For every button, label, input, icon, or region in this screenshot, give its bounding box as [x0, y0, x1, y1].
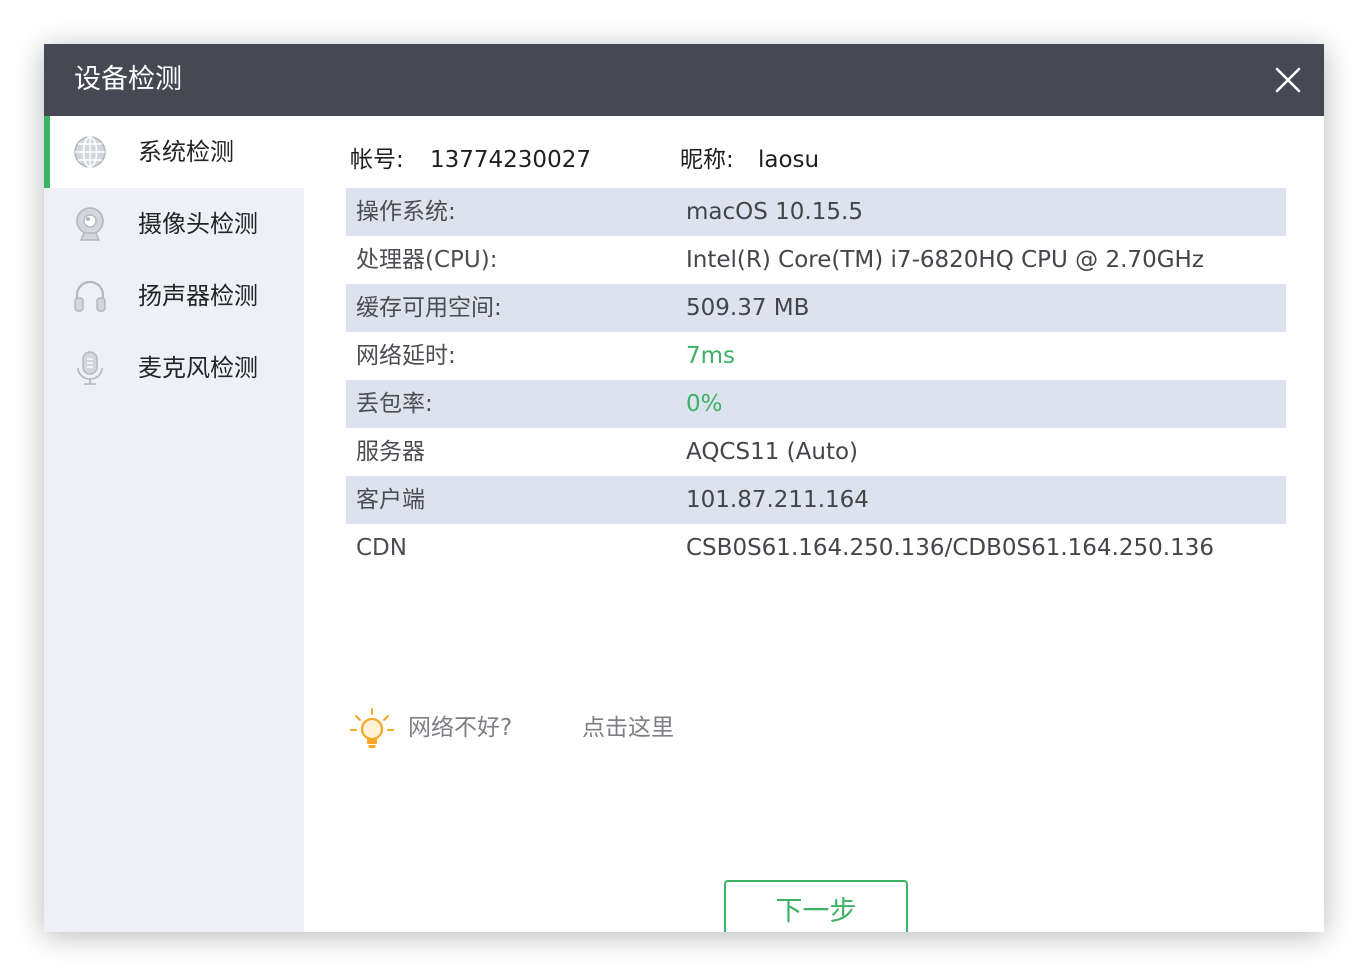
info-key: 客户端	[356, 487, 425, 513]
table-row: 处理器(CPU): Intel(R) Core(TM) i7-6820HQ CP…	[346, 236, 1286, 284]
account-id-value: 13774230027	[430, 147, 591, 173]
title-bar: 设备检测	[44, 44, 1324, 116]
info-value: CSB0S61.164.250.136/CDB0S61.164.250.136	[686, 535, 1215, 561]
info-key: 处理器(CPU):	[356, 247, 498, 273]
tip-link[interactable]: 点击这里	[582, 712, 674, 744]
table-row: 丢包率: 0%	[346, 380, 1286, 428]
latency-value: 7ms	[686, 343, 736, 369]
table-row: 服务器 AQCS11 (Auto)	[346, 428, 1286, 476]
close-button[interactable]	[1270, 62, 1306, 98]
info-value: macOS 10.15.5	[686, 199, 863, 225]
camera-icon	[76, 207, 104, 241]
dialog-title: 设备检测	[74, 64, 182, 95]
close-icon	[1275, 67, 1301, 93]
account-id-label: 帐号:	[350, 147, 404, 173]
nickname-label: 昵称:	[680, 147, 734, 173]
headphones-icon	[74, 280, 106, 312]
sidebar-item-microphone-check[interactable]: 麦克风检测	[44, 332, 304, 404]
table-row: 客户端 101.87.211.164	[346, 476, 1286, 524]
info-key: 网络延时:	[356, 343, 456, 369]
network-tip: 网络不好? 点击这里	[350, 704, 750, 752]
table-row: 缓存可用空间: 509.37 MB	[346, 284, 1286, 332]
system-info-table: 操作系统: macOS 10.15.5 处理器(CPU): Intel(R) C…	[346, 188, 1286, 572]
globe-icon	[74, 136, 106, 168]
info-value: AQCS11 (Auto)	[686, 439, 859, 465]
main-panel: 帐号: 13774230027 昵称: laosu 操作系统: macOS 10…	[304, 116, 1324, 932]
info-key: 丢包率:	[356, 391, 433, 417]
info-key: 缓存可用空间:	[356, 295, 502, 321]
info-key: 操作系统:	[356, 199, 456, 225]
table-row: 网络延时: 7ms	[346, 332, 1286, 380]
device-check-dialog: 设备检测 系统检测 摄像头检测 扬声器检测 麦克风检测 帐号: 13774230…	[44, 44, 1324, 932]
info-key: 服务器	[356, 439, 425, 465]
packet-loss-value: 0%	[686, 391, 723, 417]
tip-text: 网络不好?	[408, 715, 513, 741]
sidebar-item-camera-check[interactable]: 摄像头检测	[44, 188, 304, 260]
lightbulb-icon	[350, 708, 394, 748]
sidebar-item-speaker-check[interactable]: 扬声器检测	[44, 260, 304, 332]
account-row: 帐号: 13774230027 昵称: laosu	[350, 144, 1250, 176]
table-row: 操作系统: macOS 10.15.5	[346, 188, 1286, 236]
sidebar-item-label: 扬声器检测	[138, 282, 258, 310]
microphone-icon	[77, 351, 103, 385]
nickname-value: laosu	[758, 147, 820, 173]
info-value: 101.87.211.164	[686, 487, 869, 513]
next-step-button[interactable]: 下一步	[724, 880, 908, 932]
sidebar-item-label: 麦克风检测	[138, 354, 258, 382]
sidebar: 系统检测 摄像头检测 扬声器检测 麦克风检测	[44, 116, 304, 932]
sidebar-item-system-check[interactable]: 系统检测	[44, 116, 304, 188]
info-value: 509.37 MB	[686, 295, 810, 321]
sidebar-item-label: 摄像头检测	[138, 210, 258, 238]
info-key: CDN	[356, 535, 407, 561]
info-value: Intel(R) Core(TM) i7-6820HQ CPU @ 2.70GH…	[686, 247, 1204, 273]
table-row: CDN CSB0S61.164.250.136/CDB0S61.164.250.…	[346, 524, 1286, 572]
sidebar-item-label: 系统检测	[138, 138, 234, 166]
